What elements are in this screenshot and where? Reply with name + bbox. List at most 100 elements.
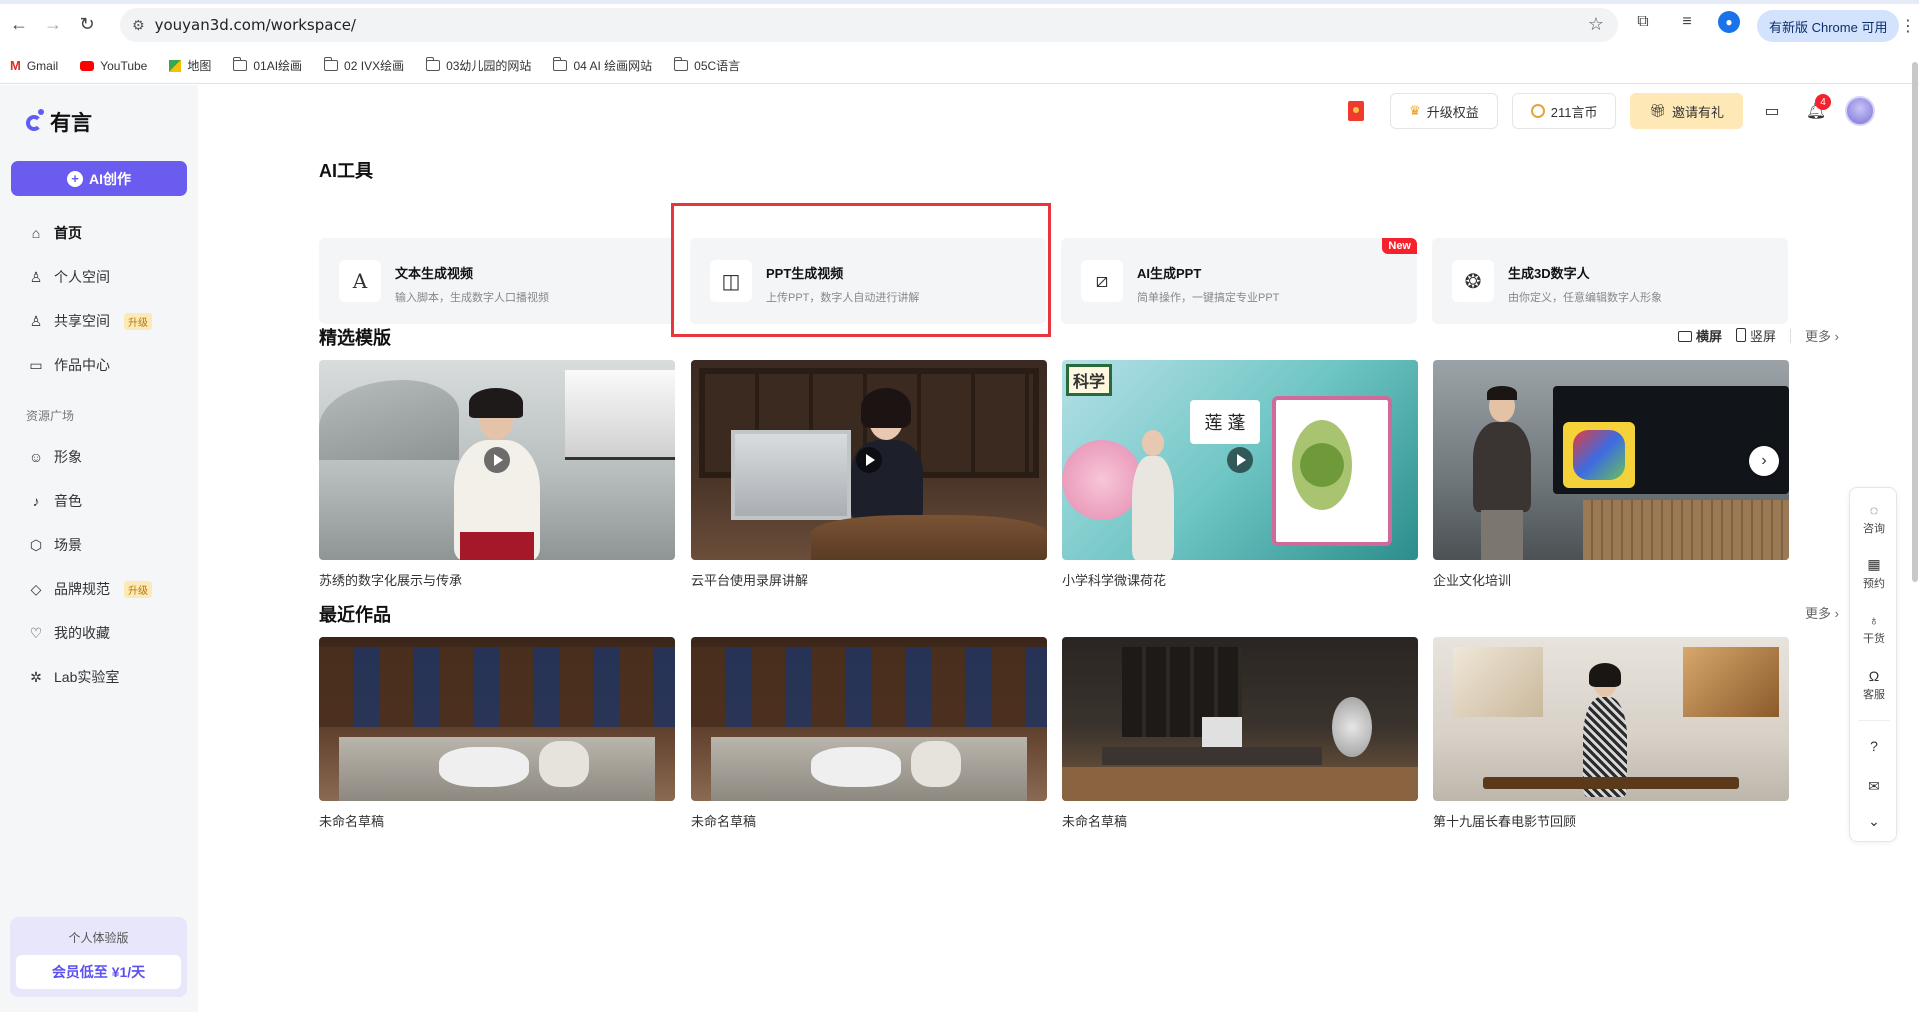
sidebar-item-works-center[interactable]: ▭ 作品中心 (0, 343, 198, 387)
tool-name: 文本生成视频 (395, 266, 474, 281)
chrome-update-button[interactable]: 有新版 Chrome 可用 (1757, 10, 1900, 42)
template-thumb-corporate[interactable]: › (1433, 360, 1789, 560)
upgrade-button[interactable]: ♛ 升级权益 (1390, 93, 1498, 129)
forward-icon[interactable]: → (38, 9, 68, 39)
plus-icon: + (67, 170, 83, 187)
template-thumb-cloud[interactable] (691, 360, 1047, 560)
ai-create-button[interactable]: + AI创作 (11, 161, 187, 196)
profile-icon[interactable]: ● (1718, 11, 1740, 33)
membership-cta-button[interactable]: 会员低至 ¥1/天 (16, 955, 181, 989)
folder-icon: ▭ (29, 356, 43, 373)
coins-button[interactable]: 211言币 (1511, 93, 1617, 129)
coins-label: 211言币 (1550, 104, 1598, 120)
inbox-icon[interactable]: ▭ (1757, 96, 1787, 126)
bookmarks-bar: M Gmail YouTube 地图 01AI绘画 02 IVX绘画 03幼儿园的… (0, 48, 1919, 84)
sidebar-item-personal-space[interactable]: ♙ 个人空间 (0, 255, 198, 299)
reload-icon[interactable]: ↻ (72, 9, 102, 39)
bookmark-star-icon[interactable]: ☆ (1588, 14, 1604, 35)
bookmark-youtube[interactable]: YouTube (80, 59, 147, 73)
invite-button[interactable]: 🎁︎ 邀请有礼 (1630, 93, 1743, 129)
heart-icon: ♡ (29, 624, 43, 641)
gift-icon: 🎁︎ (1649, 103, 1666, 118)
template-thumb-suxiu[interactable] (319, 360, 675, 560)
help-button[interactable]: ? (1850, 738, 1898, 754)
support-button[interactable]: Ω 客服 (1850, 668, 1898, 702)
play-icon[interactable] (856, 447, 882, 473)
scrollbar[interactable] (1912, 62, 1918, 582)
more-label: 更多 (1805, 606, 1832, 621)
mail-button[interactable]: ✉ (1850, 778, 1898, 795)
sidebar-item-label: 场景 (54, 537, 82, 553)
template-view-controls: 横屏 竖屏 更多 › (1678, 326, 1839, 345)
upgrade-tag: 升级 (124, 312, 152, 330)
highlight-annotation (671, 203, 1051, 337)
maps-icon (169, 59, 182, 72)
bookmark-gmail[interactable]: M Gmail (10, 58, 58, 73)
face-icon: ☺ (28, 449, 44, 465)
user-icon: ♙ (29, 268, 43, 285)
extensions-icon[interactable]: ⧉ (1630, 9, 1656, 35)
address-bar[interactable]: ⚙ youyan3d.com/workspace/ ☆ (120, 8, 1618, 42)
more-label: 更多 (1805, 329, 1832, 344)
site-info-icon[interactable]: ⚙ (132, 17, 145, 34)
sidebar-item-scene[interactable]: ⬡ 场景 (0, 523, 198, 567)
bookmark-maps[interactable]: 地图 (169, 57, 211, 74)
recent-thumb-2[interactable] (691, 637, 1047, 801)
landscape-toggle[interactable]: 横屏 (1678, 326, 1722, 345)
templates-more-link[interactable]: 更多 › (1805, 326, 1839, 345)
invite-label: 邀请有礼 (1671, 104, 1724, 120)
bookmark-folder-03[interactable]: 03幼儿园的网站 (426, 57, 531, 74)
sidebar-item-favorites[interactable]: ♡ 我的收藏 (0, 611, 198, 655)
sidebar-item-brand[interactable]: ◇ 品牌规范 升级 (0, 567, 198, 611)
recent-more-link[interactable]: 更多 › (1805, 603, 1839, 622)
chevron-down-icon: ⌄ (1868, 813, 1880, 829)
bell-icon[interactable]: 🔔︎ 4 (1801, 94, 1831, 126)
tips-button[interactable]: ♁ 干货 (1850, 612, 1898, 646)
collapse-button[interactable]: ⌄ (1850, 813, 1898, 830)
recent-thumb-4[interactable] (1433, 637, 1789, 801)
sidebar-item-label: Lab实验室 (54, 669, 120, 685)
bookmark-folder-01[interactable]: 01AI绘画 (233, 57, 302, 74)
recent-thumb-1[interactable] (319, 637, 675, 801)
template-thumb-science[interactable]: 科学 莲 蓬 (1062, 360, 1418, 560)
avatar[interactable] (1845, 96, 1875, 126)
tool-card-ai-ppt[interactable]: ⧄ AI生成PPT 简单操作，一键搞定专业PPT New (1061, 238, 1417, 324)
recent-thumb-3[interactable] (1062, 637, 1418, 801)
template-label: 云平台使用录屏讲解 (691, 573, 809, 588)
recent-label: 未命名草稿 (319, 814, 385, 829)
tool-card-text-to-video[interactable]: A 文本生成视频 输入脚本，生成数字人口播视频 (319, 238, 675, 324)
resource-section-label: 资源广场 (26, 408, 75, 423)
portrait-toggle[interactable]: 竖屏 (1736, 326, 1776, 345)
menu-icon[interactable]: ⋮ (1900, 16, 1916, 36)
sidebar-item-label: 品牌规范 (54, 581, 110, 597)
media-icon[interactable]: ≡ (1674, 9, 1700, 35)
logo-text: 有言 (50, 112, 92, 135)
float-label: 干货 (1863, 633, 1885, 645)
play-icon[interactable] (1227, 447, 1253, 473)
bookmark-folder-05[interactable]: 05C语言 (674, 57, 740, 74)
folder-icon (324, 57, 339, 71)
red-envelope-icon[interactable] (1348, 101, 1365, 121)
booking-button[interactable]: ▦ 预约 (1850, 556, 1898, 591)
back-icon[interactable]: ← (4, 9, 34, 39)
bookmark-folder-04[interactable]: 04 AI 绘画网站 (553, 57, 652, 74)
main-content: ♛ 升级权益 211言币 🎁︎ 邀请有礼 ▭ 🔔︎ 4 AI工具 A 文本生成视频 输… (198, 85, 1919, 1012)
recent-title: 最近作品 (319, 605, 391, 625)
sidebar-item-shared-space[interactable]: ♙ 共享空间 升级 (0, 299, 198, 343)
consult-button[interactable]: ◌ 咨询 (1850, 502, 1898, 536)
ai-create-label: AI创作 (89, 170, 131, 187)
bookmark-folder-02[interactable]: 02 IVX绘画 (324, 57, 404, 74)
logo[interactable]: 有言 (26, 107, 92, 137)
float-label: 咨询 (1863, 523, 1885, 535)
new-badge: New (1382, 238, 1417, 254)
sidebar-item-lab[interactable]: ✲ Lab实验室 (0, 655, 198, 699)
play-icon[interactable] (484, 447, 510, 473)
scene-icon: ⬡ (29, 536, 43, 553)
folder-icon (674, 57, 689, 71)
logo-icon (26, 109, 46, 135)
sidebar-item-voice[interactable]: ♪ 音色 (0, 479, 198, 523)
carousel-next-icon[interactable]: › (1749, 446, 1779, 476)
tool-card-3d-avatar[interactable]: ❂ 生成3D数字人 由你定义，任意编辑数字人形象 (1432, 238, 1788, 324)
sidebar-item-avatar[interactable]: ☺ 形象 (0, 435, 198, 479)
sidebar-item-home[interactable]: ⌂ 首页 (0, 211, 198, 255)
